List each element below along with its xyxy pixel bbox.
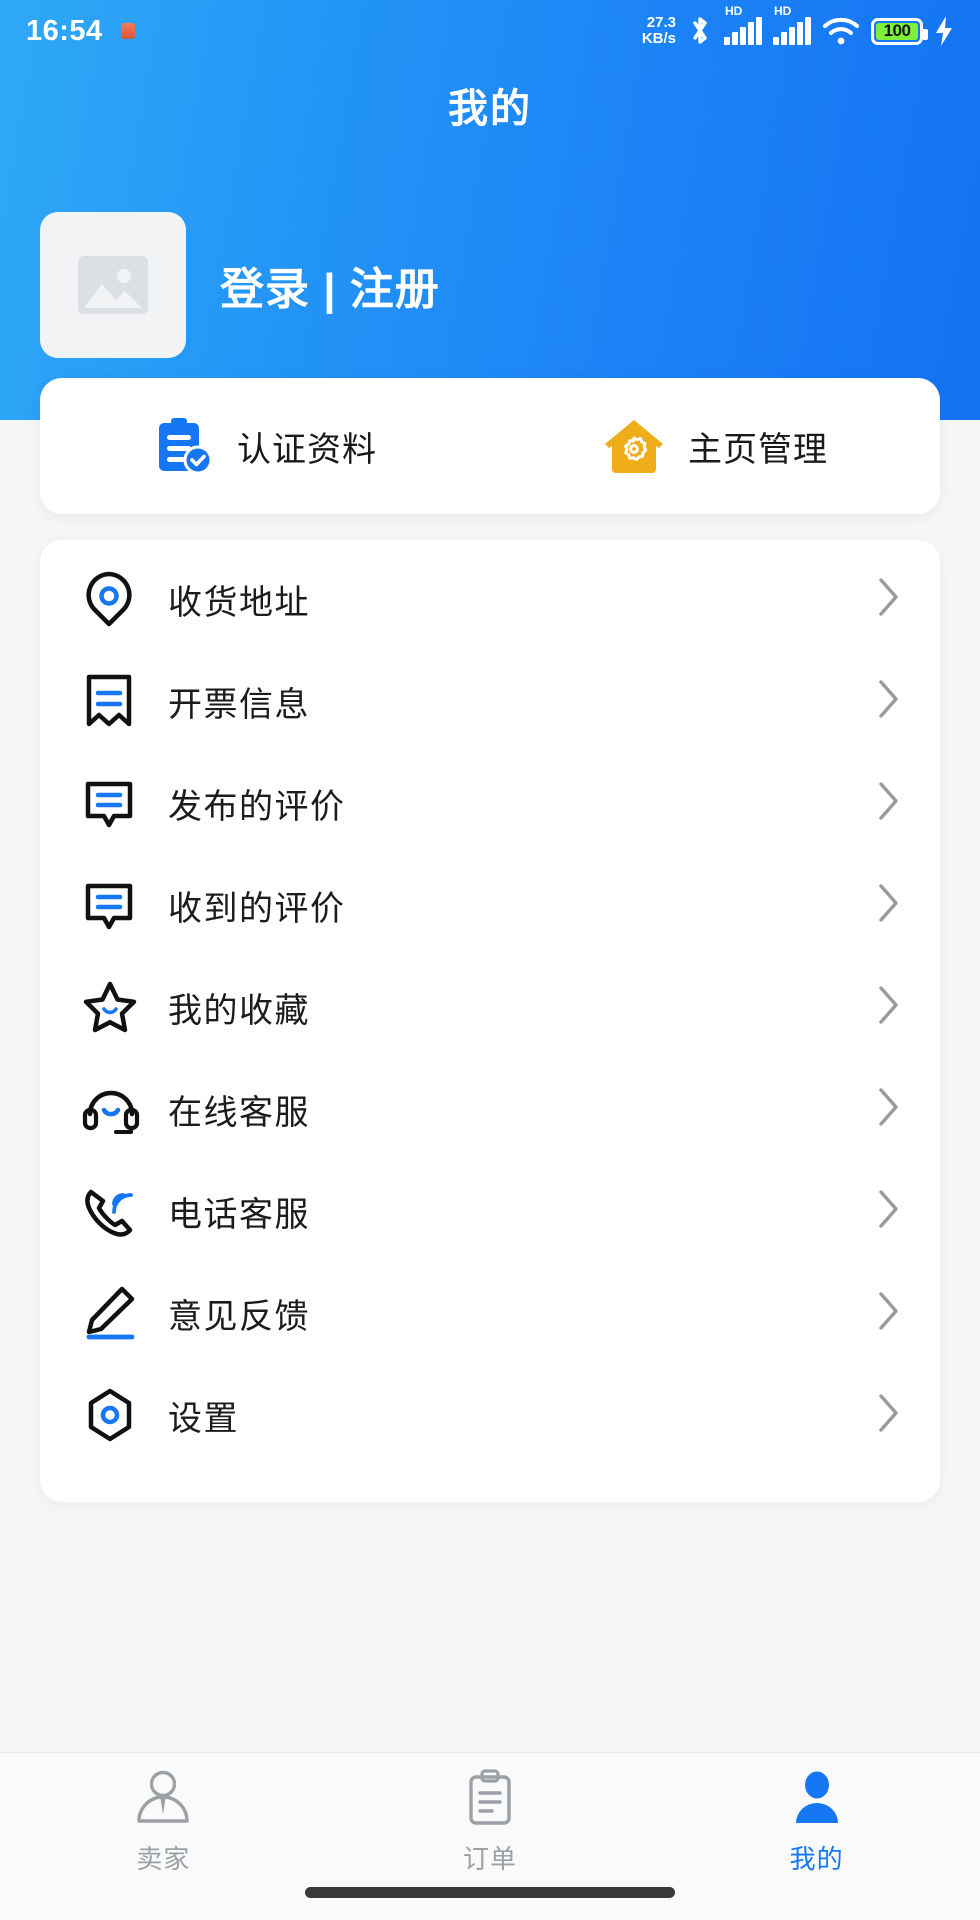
nav-tab-profile[interactable]: 我的 — [653, 1769, 980, 1876]
chevron-right-icon — [876, 1085, 902, 1134]
nav-tab-orders[interactable]: 订单 — [327, 1769, 654, 1876]
login-register-link[interactable]: 登录 | 注册 — [220, 253, 440, 317]
signal-hd-1-icon: HD — [724, 4, 762, 45]
menu-item-online-support[interactable]: 在线客服 — [40, 1058, 940, 1160]
quick-actions-card: 认证资料 主页管理 — [40, 378, 940, 514]
menu-item-my-favorites[interactable]: 我的收藏 — [40, 956, 940, 1058]
menu-item-label: 意见反馈 — [168, 1297, 310, 1336]
menu-item-shipping-address[interactable]: 收货地址 — [40, 548, 940, 650]
network-speed-value: 27.3 — [646, 14, 676, 31]
location-pin-icon — [82, 570, 144, 628]
menu-item-label: 开票信息 — [168, 685, 310, 724]
menu-item-feedback[interactable]: 意见反馈 — [40, 1262, 940, 1364]
chevron-right-icon — [876, 677, 902, 726]
hd-label-1: HD — [725, 4, 743, 18]
home-gear-icon — [605, 420, 663, 473]
chevron-right-icon — [876, 983, 902, 1032]
battery-percent-label: 100 — [883, 21, 911, 40]
network-speed-unit: KB/s — [641, 30, 676, 47]
phone-call-icon — [82, 1182, 144, 1240]
bluetooth-icon — [693, 17, 707, 44]
network-speed-indicator: 27.3 KB/s — [642, 15, 676, 47]
status-bar-icons: 27.3 KB/s HD HD 100 — [642, 4, 954, 48]
comment-sent-icon — [82, 774, 144, 832]
menu-item-label: 设置 — [168, 1399, 239, 1438]
page-title: 我的 — [448, 87, 532, 131]
menu-list-card: 收货地址 开票信息 发布的评价 收到的评价 我的收藏 在线客服 电话客服 意见反… — [40, 540, 940, 1502]
header-banner: 16:54 27.3 KB/s HD HD 100 我的 登录 | 注册 — [0, 0, 980, 420]
alarm-dot-icon — [120, 23, 135, 39]
chevron-right-icon — [876, 881, 902, 930]
chevron-right-icon — [876, 1391, 902, 1440]
pencil-feedback-icon — [82, 1285, 144, 1341]
comment-received-icon — [82, 876, 144, 934]
invoice-icon — [82, 672, 144, 730]
charging-bolt-icon — [936, 16, 952, 46]
clipboard-verified-icon — [159, 418, 213, 475]
quick-action-label: 主页管理 — [688, 430, 828, 469]
hd-label-2: HD — [774, 4, 792, 18]
home-indicator[interactable] — [305, 1887, 675, 1898]
chevron-right-icon — [876, 1289, 902, 1338]
status-bar: 16:54 27.3 KB/s HD HD 100 — [0, 0, 980, 62]
chevron-right-icon — [876, 575, 902, 624]
star-icon — [82, 979, 144, 1035]
quick-action-verification[interactable]: 认证资料 — [40, 415, 490, 477]
menu-item-label: 收货地址 — [168, 583, 310, 622]
menu-item-settings[interactable]: 设置 — [40, 1364, 940, 1466]
menu-item-label: 电话客服 — [168, 1195, 310, 1234]
menu-item-phone-support[interactable]: 电话客服 — [40, 1160, 940, 1262]
nav-tab-label: 订单 — [463, 1844, 518, 1874]
quick-action-homepage-management[interactable]: 主页管理 — [490, 417, 940, 475]
menu-item-label: 发布的评价 — [168, 787, 346, 826]
chevron-right-icon — [876, 779, 902, 828]
quick-action-label: 认证资料 — [237, 430, 377, 469]
image-placeholder-icon — [78, 256, 148, 314]
battery-icon: 100 — [871, 17, 928, 45]
menu-item-invoice-info[interactable]: 开票信息 — [40, 650, 940, 752]
nav-tab-label: 卖家 — [136, 1844, 191, 1874]
menu-item-received-reviews[interactable]: 收到的评价 — [40, 854, 940, 956]
status-bar-clock: 16:54 — [26, 14, 103, 47]
menu-item-label: 收到的评价 — [168, 889, 346, 928]
app-screen: 16:54 27.3 KB/s HD HD 100 我的 登录 | 注册 认证资… — [0, 0, 980, 1920]
menu-item-label: 我的收藏 — [168, 991, 310, 1030]
avatar[interactable] — [40, 212, 186, 358]
settings-hexagon-icon — [82, 1387, 144, 1443]
seller-person-icon — [137, 1770, 190, 1823]
signal-hd-2-icon: HD — [773, 4, 811, 45]
menu-item-label: 在线客服 — [168, 1093, 310, 1132]
menu-item-posted-reviews[interactable]: 发布的评价 — [40, 752, 940, 854]
chevron-right-icon — [876, 1187, 902, 1236]
bottom-navigation-bar: 卖家 订单 我的 — [0, 1752, 980, 1920]
headset-icon — [82, 1082, 144, 1136]
wifi-icon — [823, 17, 859, 45]
nav-tab-label: 我的 — [789, 1844, 844, 1874]
profile-person-icon — [795, 1771, 838, 1823]
profile-login-row[interactable]: 登录 | 注册 — [40, 212, 440, 358]
nav-tab-seller[interactable]: 卖家 — [0, 1769, 327, 1876]
order-clipboard-icon — [469, 1769, 511, 1825]
